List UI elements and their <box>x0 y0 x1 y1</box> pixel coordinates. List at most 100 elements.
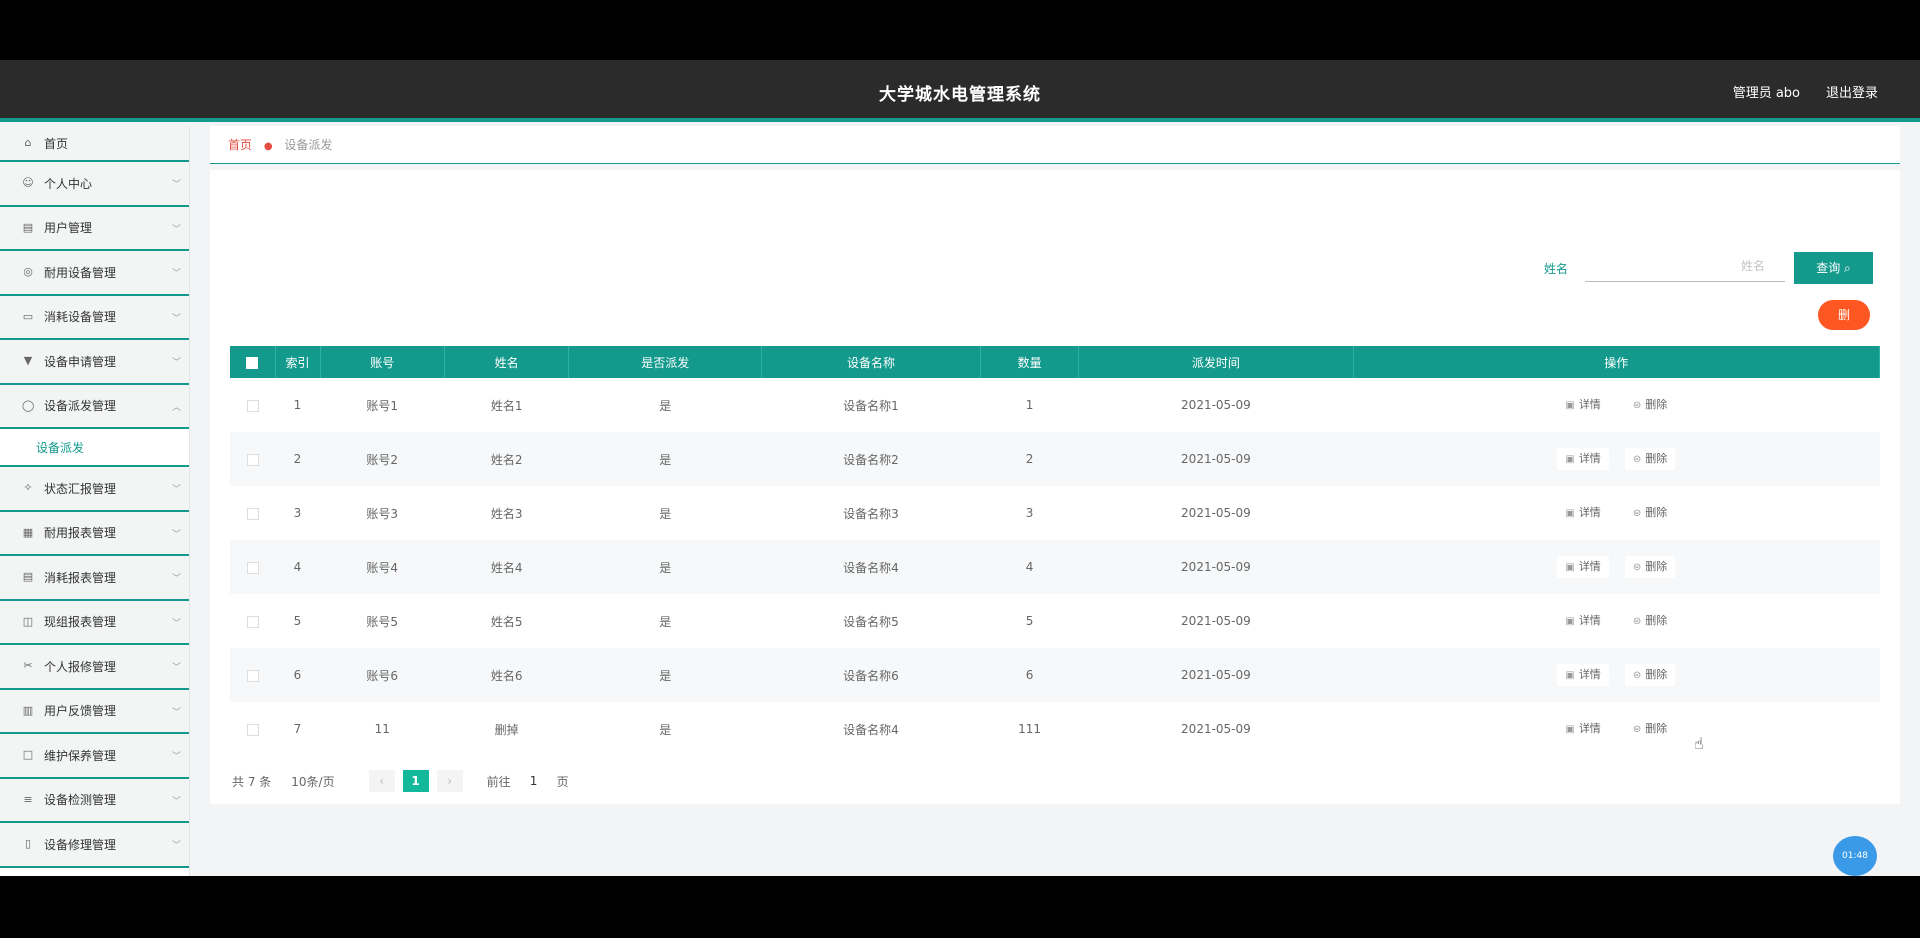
cell-dispatched: 是 <box>568 648 762 702</box>
cell-device: 设备名称4 <box>843 722 899 737</box>
row-checkbox[interactable] <box>230 594 275 648</box>
row-checkbox[interactable] <box>230 486 275 540</box>
cell-actions: ▣ 详情 ⊜ 删除 <box>1353 486 1879 540</box>
cell-actions: ▣ 详情 ⊜ 删除 <box>1353 648 1880 702</box>
delete-button[interactable]: ⊜ 删除 <box>1624 502 1676 524</box>
chevron-down-icon: ﹀ <box>171 180 181 191</box>
batch-delete-button[interactable]: 删 <box>1818 300 1870 330</box>
delete-button[interactable]: ⊜ 删除 <box>1624 448 1676 470</box>
table-row[interactable]: 5 账号5 姓名5 是 设备名称5 5 2021-05-09 ▣ 详情 ⊜ 删除 <box>230 594 1880 648</box>
detail-button[interactable]: ▣ 详情 <box>1557 718 1609 740</box>
sidebar-item-0[interactable]: ⌂ 首页 <box>0 126 189 162</box>
row-checkbox[interactable] <box>230 648 275 702</box>
chevron-down-icon: ﹀ <box>171 529 181 540</box>
cell-dispatched: 是 <box>568 432 762 486</box>
floating-timer-bubble[interactable]: 01:48 <box>1833 836 1877 876</box>
table-row[interactable]: 4 账号4 姓名4 是设备名称4 4 2021-05-09 ▣ 详情 ⊜ 删除 <box>230 540 1880 594</box>
sidebar-item-4[interactable]: ▭ 消耗设备管理 ﹀ <box>0 295 189 340</box>
table-row[interactable]: 7 11 删掉 是 设备名称4 111 2021-05-09 ▣ 详情 ⊜ 删除 <box>230 702 1880 756</box>
search-button[interactable]: 查询 ⌕ <box>1794 252 1873 284</box>
sidebar-item-3[interactable]: ◎ 耐用设备管理 ﹀ <box>0 251 189 296</box>
pager-prev-button[interactable]: ‹ <box>368 770 395 792</box>
sheet-icon: ▤ <box>22 570 34 584</box>
sidebar-item-6[interactable]: ◯ 设备派发管理 ︿ <box>0 384 189 429</box>
search-input[interactable] <box>1585 250 1785 282</box>
cell-name: 删掉 <box>494 722 519 737</box>
cell-dispatched: 是 <box>659 506 672 521</box>
sidebar-subitem-dispatch[interactable]: 设备派发 <box>0 429 189 467</box>
cell-dispatched: 是 <box>568 540 762 594</box>
cell-qty: 5 <box>1025 614 1034 628</box>
detail-button[interactable]: ▣ 详情 <box>1557 556 1609 578</box>
delete-button[interactable]: ⊜ 删除 <box>1624 610 1676 632</box>
cell-device: 设备名称5 <box>843 614 899 629</box>
column-header: 账号 <box>320 346 445 378</box>
sidebar-item-label: 首页 <box>44 136 69 151</box>
logout-link[interactable]: 退出登录 <box>1826 82 1878 101</box>
device-icon: ◎ <box>23 265 33 279</box>
table-body: 1 账号1 姓名1 是设备名称1 1 2021-05-09 ▣ 详情 ⊜ 删除 2 账号2 姓名2 是设备… <box>230 378 1880 756</box>
table-row[interactable]: 3 账号3 姓名3 是 设备名称3 3 2021-05-09 ▣ 详情 ⊜ 删除 <box>230 486 1880 540</box>
delete-button[interactable]: ⊜ 删除 <box>1624 556 1676 578</box>
breadcrumb-home[interactable]: 首页 <box>228 138 252 152</box>
sidebar-item-7[interactable]: ✧ 状态汇报管理 ﹀ <box>0 467 189 512</box>
sidebar-item-12[interactable]: ▥ 用户反馈管理 ﹀ <box>0 689 189 734</box>
detail-button[interactable]: ▣ 详情 <box>1557 394 1609 416</box>
row-checkbox[interactable] <box>230 540 275 594</box>
chevron-down-icon: ﹀ <box>171 663 181 674</box>
cell-dispatched: 是 <box>659 398 672 413</box>
row-checkbox[interactable] <box>230 702 275 756</box>
sidebar-item-9[interactable]: ▤ 消耗报表管理 ﹀ <box>0 556 189 601</box>
cell-qty: 2 <box>980 432 1079 486</box>
pager-goto-input[interactable]: 1 <box>519 774 549 788</box>
detail-label: 详情 <box>1578 668 1601 681</box>
row-checkbox[interactable] <box>230 432 275 486</box>
grid-icon: ▦ <box>22 525 34 539</box>
cell-time: 2021-05-09 <box>1181 614 1251 628</box>
sidebar-item-8[interactable]: ▦ 耐用报表管理 ﹀ <box>0 511 189 556</box>
detail-button[interactable]: ▣ 详情 <box>1557 610 1609 632</box>
pager-size-select[interactable]: 10条/页 <box>291 773 334 790</box>
trash-icon: ⊜ <box>1632 400 1642 411</box>
app-title: 大学城水电管理系统 <box>879 85 1041 105</box>
sidebar-item-11[interactable]: ✂ 个人报修管理 ﹀ <box>0 645 189 690</box>
cell-device: 设备名称2 <box>761 432 981 486</box>
select-all-checkbox[interactable] <box>230 346 276 378</box>
table-row[interactable]: 6 账号6 姓名6 是设备名称6 6 2021-05-09 ▣ 详情 ⊜ 删除 <box>230 648 1880 702</box>
delete-button[interactable]: ⊜ 删除 <box>1624 718 1676 740</box>
breadcrumb-separator-icon: ● <box>263 141 273 152</box>
column-header: 操作 <box>1353 346 1881 378</box>
delete-label: 删除 <box>1645 560 1668 573</box>
sidebar-item-13[interactable]: □ 维护保养管理 ﹀ <box>0 734 189 779</box>
row-checkbox[interactable] <box>230 378 275 432</box>
pager-current-page[interactable]: 1 <box>402 770 429 792</box>
cell-name: 姓名1 <box>490 398 523 413</box>
cell-qty: 6 <box>980 648 1079 702</box>
delete-button[interactable]: ⊜ 删除 <box>1624 664 1676 686</box>
sidebar-item-2[interactable]: ▤ 用户管理 ﹀ <box>0 206 189 251</box>
sidebar-item-label: 设备申请管理 <box>44 354 117 369</box>
cell-account: 账号5 <box>366 614 399 629</box>
cell-index: 6 <box>275 648 320 702</box>
sidebar-item-15[interactable]: ▯ 设备修理管理 ﹀ <box>0 823 189 868</box>
cell-account: 账号1 <box>366 398 399 413</box>
sidebar-item-14[interactable]: ≡ 设备检测管理 ﹀ <box>0 778 189 823</box>
table-row[interactable]: 1 账号1 姓名1 是 设备名称1 1 2021-05-09 ▣ 详情 ⊜ 删除 <box>230 378 1880 432</box>
detail-button[interactable]: ▣ 详情 <box>1557 502 1609 524</box>
sidebar-item-label: 耐用设备管理 <box>44 265 117 280</box>
detail-button[interactable]: ▣ 详情 <box>1557 448 1609 470</box>
table-row[interactable]: 2 账号2 姓名2 是设备名称2 2 2021-05-09 ▣ 详情 ⊜ 删除 <box>230 432 1880 486</box>
cell-device: 设备名称1 <box>843 398 899 413</box>
chevron-down-icon: ﹀ <box>171 574 181 585</box>
table-header-row: 索引 账号 姓名 是否派发 设备名称 数量 派发时间 操作 <box>230 346 1881 378</box>
trash-icon: ⊜ <box>1632 562 1642 573</box>
delete-button[interactable]: ⊜ 删除 <box>1624 394 1676 416</box>
pager-next-button[interactable]: › <box>436 770 463 792</box>
sidebar-item-5[interactable]: ▼ 设备申请管理 ﹀ <box>0 340 189 385</box>
sidebar-item-10[interactable]: ◫ 现组报表管理 ﹀ <box>0 600 189 645</box>
detail-icon: ▣ <box>1565 454 1575 465</box>
data-table: 索引 账号 姓名 是否派发 设备名称 数量 派发时间 操作 1 账号1 姓名1 是设备名称1 1 202… <box>230 346 1881 756</box>
search-button-label: 查询 <box>1816 261 1841 275</box>
detail-button[interactable]: ▣ 详情 <box>1557 664 1609 686</box>
sidebar-item-1[interactable]: ☺ 个人中心 ﹀ <box>0 162 189 207</box>
